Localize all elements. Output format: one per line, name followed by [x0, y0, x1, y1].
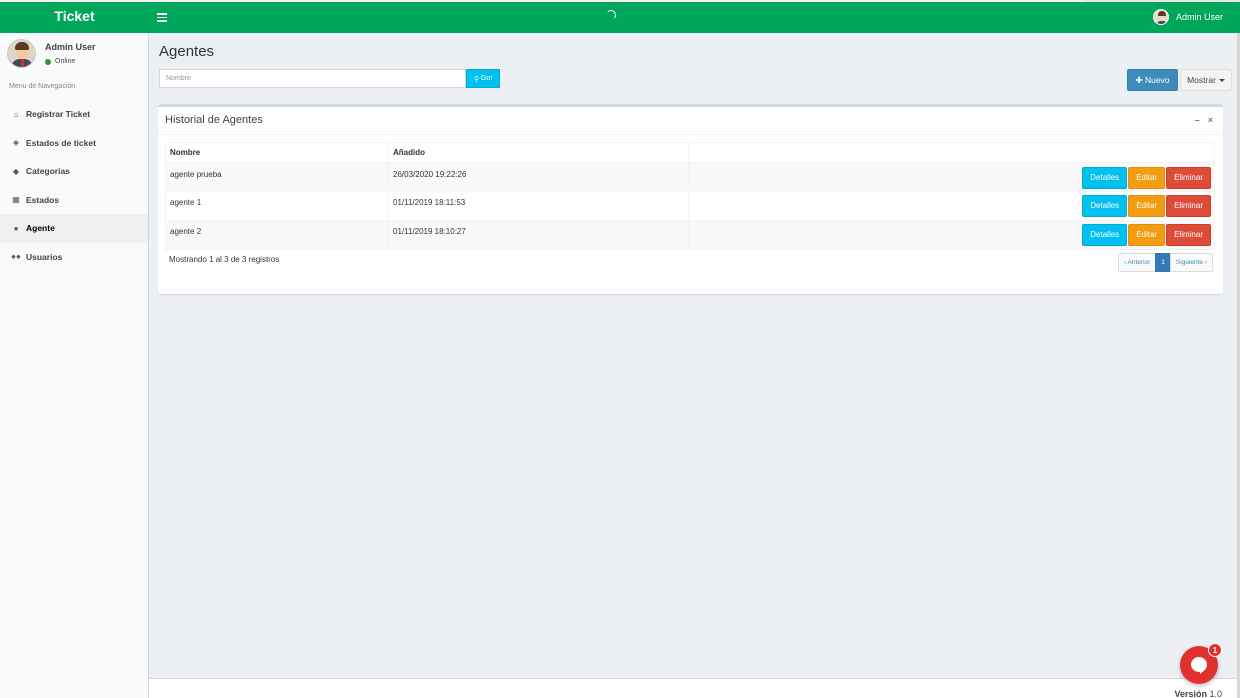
loading-spinner-icon [606, 10, 616, 20]
sidebar: Admin User Online Menu de Navegación ⌂ Re… [0, 33, 149, 698]
user-menu-name: Admin User [1175, 12, 1223, 22]
pagination-prev[interactable]: ‹ Anterior [1117, 253, 1157, 272]
sidebar-item-label: Usuarios [26, 251, 63, 262]
collapse-icon[interactable]: – [1195, 115, 1200, 125]
main-content: Agentes ⚲ Go! ✚ Nuevo Mostrar Historial … [149, 33, 1240, 678]
delete-button[interactable]: Eliminar [1166, 166, 1211, 189]
new-agent-button[interactable]: ✚ Nuevo [1127, 69, 1178, 91]
loading-progress-bar [0, 0, 1082, 2]
sidebar-menu: ⌂ Registrar Ticket ◈ Estados de ticket ◆ Ca… [0, 100, 148, 271]
sidebar-item-estados[interactable]: ▦ Estados [0, 186, 148, 215]
user-panel-name: Admin User [45, 42, 96, 52]
delete-button[interactable]: Eliminar [1166, 224, 1211, 246]
version-value: 1.0 [1209, 689, 1222, 698]
sidebar-item-usuarios[interactable]: ●● Usuarios [0, 243, 148, 272]
cell-added: 01/11/2019 18:10:27 [388, 220, 689, 250]
sidebar-item-label: Estados de ticket [26, 137, 96, 148]
page-footer: Versión 1.0 [149, 678, 1240, 698]
sidebar-item-estados-de-ticket[interactable]: ◈ Estados de ticket [0, 129, 148, 158]
show-dropdown-button[interactable]: Mostrar [1180, 69, 1232, 91]
search-go-button[interactable]: ⚲ Go! [466, 69, 500, 88]
sidebar-item-label: Estados [26, 194, 60, 205]
tag-icon: ◆ [12, 166, 20, 176]
brand-logo[interactable]: Ticket [0, 2, 149, 33]
row-actions: Detalles Editar Eliminar [688, 162, 1215, 192]
status-text: Online [55, 58, 76, 65]
search-icon: ⚲ [473, 75, 481, 83]
table-row: agente prueba 26/03/2020 19:22:26 Detall… [165, 162, 1215, 192]
version-text: Versión 1.0 [1174, 689, 1222, 698]
column-header-anadido[interactable]: Añadido [388, 142, 689, 164]
agents-table: Nombre Añadido agente prueba 26/03/2020 … [165, 142, 1215, 250]
table-header-row: Nombre Añadido [165, 142, 1215, 164]
user-menu[interactable]: Admin User [1152, 9, 1223, 25]
plus-icon: ✚ [1135, 74, 1145, 85]
sidebar-toggle-icon[interactable] [157, 11, 167, 23]
cell-nombre: agente prueba [165, 162, 389, 192]
cell-added: 26/03/2020 19:22:26 [388, 162, 689, 192]
sidebar-item-categorias[interactable]: ◆ Categorias [0, 157, 148, 186]
close-icon[interactable]: × [1208, 115, 1213, 125]
pagination: ‹ Anterior 1 Siguiente › [1117, 253, 1213, 272]
column-header-nombre[interactable]: Nombre [165, 142, 389, 164]
delete-button[interactable]: Eliminar [1166, 195, 1211, 217]
users-icon: ●● [11, 252, 21, 262]
top-navbar: Ticket Admin User [0, 0, 1240, 33]
sidebar-item-label: Registrar Ticket [26, 109, 91, 120]
user-panel: Admin User Online [0, 33, 149, 78]
chat-widget-button[interactable]: 1 [1180, 643, 1222, 684]
table-row: agente 2 01/11/2019 18:10:27 Detalles Edi… [165, 220, 1215, 250]
ticket-icon: ◈ [12, 138, 20, 148]
table-info: Mostrando 1 al 3 de 3 registros [169, 255, 280, 264]
show-label: Mostrar [1187, 75, 1216, 85]
version-label: Versión [1174, 689, 1207, 698]
online-dot-icon [45, 58, 51, 65]
details-button[interactable]: Detalles [1082, 224, 1128, 246]
user-icon: ● [13, 223, 19, 233]
sidebar-item-label: Agente [26, 223, 55, 234]
notification-badge: 1 [1208, 643, 1222, 657]
column-header-actions [688, 142, 1215, 164]
search-input[interactable] [159, 69, 466, 88]
box-tools: – × [1195, 115, 1213, 125]
pagination-next[interactable]: Siguiente › [1169, 253, 1213, 272]
new-label: Nuevo [1144, 75, 1170, 85]
grid-icon: ▦ [12, 195, 20, 205]
go-label: Go! [480, 75, 493, 82]
caret-down-icon [1218, 78, 1225, 82]
box-title: Historial de Agentes [165, 114, 263, 126]
page-title: Agentes [159, 43, 215, 60]
home-icon: ⌂ [13, 109, 19, 119]
cell-nombre: agente 1 [165, 191, 389, 221]
edit-button[interactable]: Editar [1128, 224, 1166, 246]
pagination-page[interactable]: 1 [1155, 253, 1171, 272]
edit-button[interactable]: Editar [1128, 166, 1166, 189]
agents-box: Historial de Agentes – × Nombre Añadido … [158, 104, 1223, 294]
cell-nombre: agente 2 [165, 220, 389, 250]
avatar [7, 39, 36, 68]
details-button[interactable]: Detalles [1082, 166, 1128, 189]
row-actions: Detalles Editar Eliminar [688, 191, 1215, 221]
sidebar-item-agente[interactable]: ● Agente [0, 214, 148, 243]
edit-button[interactable]: Editar [1128, 195, 1166, 217]
status-badge: Online [45, 58, 75, 65]
avatar [1152, 9, 1169, 25]
cell-added: 01/11/2019 18:11:53 [388, 191, 689, 221]
table-row: agente 1 01/11/2019 18:11:53 Detalles Edi… [165, 191, 1215, 221]
sidebar-item-label: Categorias [26, 166, 70, 177]
row-actions: Detalles Editar Eliminar [688, 220, 1215, 250]
sidebar-item-registrar-ticket[interactable]: ⌂ Registrar Ticket [0, 100, 148, 129]
details-button[interactable]: Detalles [1082, 195, 1128, 217]
nav-header: Menu de Navegación [9, 83, 76, 90]
